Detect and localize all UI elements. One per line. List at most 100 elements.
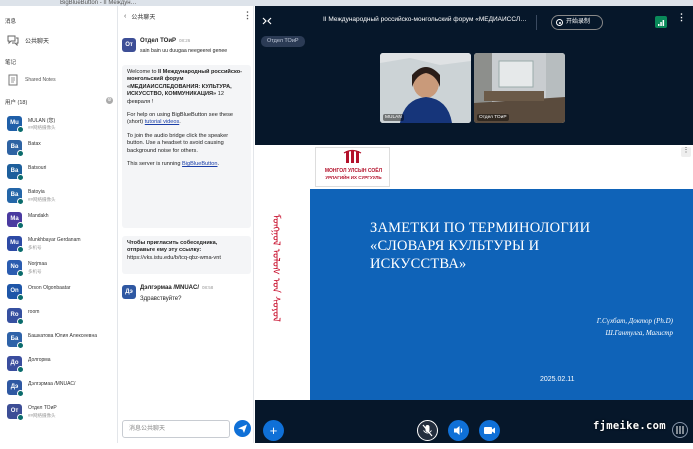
notes-section-title: 笔记: [5, 60, 17, 66]
chat-title[interactable]: 公共聊天: [131, 12, 155, 21]
webcam-name: Отдел ТОиР: [477, 114, 509, 121]
user-list-item[interactable]: Ba Batsouri: [0, 160, 117, 184]
slide-title-line-3: ИСКУССТВА»: [370, 256, 467, 272]
message-time: 08:26: [179, 38, 191, 43]
avatar: От: [122, 38, 136, 52]
camera-button[interactable]: [479, 420, 500, 441]
user-status-icon: [17, 342, 24, 349]
presentation-slide[interactable]: ᠮᠣᠩᠭᠣᠯ ᠤᠯᠤᠰ ᠤᠨ ᠰᠣᠶᠣᠯ МОНГОЛ УЛСЫН СОЁЛ У…: [255, 145, 693, 400]
mute-microphone-button[interactable]: [417, 420, 438, 441]
user-list-item[interactable]: Дэ Дэлгэрмаа /MNUAC/: [0, 376, 117, 400]
user-name: Batoyia: [28, 189, 45, 195]
slide-author-1: Г.Сүхбат, Доктор (Ph.D): [596, 317, 673, 325]
user-name: Batax: [28, 141, 41, 147]
fullscreen-icon: [676, 426, 684, 434]
user-list-sidebar: 消息 公共聊天 笔记 Shared Notes 用户 (18) ⚙ Mu MULA…: [0, 6, 118, 443]
webcam-tile[interactable]: Отдел ТОиР: [474, 53, 565, 123]
user-status-icon: [17, 318, 24, 325]
fullscreen-button[interactable]: [672, 422, 688, 438]
user-list-item[interactable]: On Orson Olgonbaatar: [0, 280, 117, 304]
user-subtitle: ##网络摄像头: [28, 125, 56, 130]
slide-title: ЗАМЕТКИ ПО ТЕРМИНОЛОГИИ «СЛОВАРЯ КУЛЬТУР…: [370, 219, 670, 273]
webcam-tile[interactable]: MULAN: [380, 53, 471, 123]
messages-section-title: 消息: [5, 19, 17, 25]
user-list-item[interactable]: Ro room: [0, 304, 117, 328]
user-list-item[interactable]: Ba Batoyia ##网络摄像头: [0, 184, 117, 208]
user-status-icon: [17, 174, 24, 181]
presentation-options-icon[interactable]: ⋮: [681, 147, 691, 157]
user-list-item[interactable]: No Norjmaa 多机号: [0, 256, 117, 280]
user-name: MULAN (您): [28, 118, 56, 124]
invite-title: Чтобы пригласить собеседника, отправьте …: [127, 240, 218, 254]
slide-title-line-1: ЗАМЕТКИ ПО ТЕРМИНОЛОГИИ: [370, 220, 591, 236]
invite-link-text[interactable]: https://vks.istu.edu/b/tcq-qbz-wma-vnt: [127, 255, 246, 262]
user-list-item[interactable]: До Долгорма: [0, 352, 117, 376]
presenter-tag: Отдел ТОиР: [261, 36, 305, 47]
welcome-message: Welcome to II Международный российско-мо…: [122, 65, 251, 228]
user-list-item[interactable]: Mu Munkhbayar Gerdanam 多机号: [0, 232, 117, 256]
user-status-icon: [17, 270, 24, 277]
record-label: 开始录制: [566, 19, 591, 25]
users-settings-gear-icon[interactable]: ⚙: [106, 97, 113, 104]
user-status-icon: [17, 390, 24, 397]
webcam-name: MULAN: [383, 114, 404, 121]
public-chat-label: 公共聊天: [25, 38, 50, 45]
logo-line-2: УРЛАГИЙН ИХ СУРГУУЛЬ: [325, 175, 382, 180]
user-status-icon: [17, 246, 24, 253]
user-status-icon: [17, 294, 24, 301]
message-text: Здравствуйте?: [140, 296, 182, 302]
message-author: Дэлгэрмаа /MNUAC/08:58: [140, 285, 213, 291]
slide-date: 2025.02.11: [540, 376, 575, 383]
sidebar-item-shared-notes[interactable]: Shared Notes: [0, 72, 117, 88]
message-text: sain bain uu duugaa neegeerei genee: [140, 48, 228, 54]
user-name: Дэлгэрмаа /MNUAC/: [28, 381, 76, 387]
tutorial-videos-link[interactable]: tutorial videos: [145, 119, 180, 125]
audio-button[interactable]: [448, 420, 469, 441]
chat-options-icon[interactable]: ⋮: [243, 10, 252, 21]
connection-status-icon[interactable]: [655, 16, 667, 28]
user-subtitle: 多机号: [28, 245, 42, 250]
avatar: Дэ: [122, 285, 136, 299]
actions-plus-button[interactable]: +: [263, 420, 284, 441]
notes-icon: [7, 74, 19, 86]
user-status-icon: [17, 414, 24, 421]
user-status-icon: [17, 198, 24, 205]
chat-message-input[interactable]: 消息公共聊天: [122, 420, 230, 438]
send-icon: [238, 424, 247, 433]
user-name: Batsouri: [28, 165, 47, 171]
send-message-button[interactable]: [234, 420, 251, 437]
start-recording-button[interactable]: 开始录制: [551, 15, 603, 30]
logo-line-1: МОНГОЛ УЛСЫН СОЁЛ: [324, 168, 383, 174]
chevron-left-icon[interactable]: ‹: [124, 13, 126, 20]
help-prefix: For help on using BigBlueButton see thes…: [127, 112, 234, 126]
sidebar-item-public-chat[interactable]: 公共聊天: [0, 32, 117, 48]
university-logo: МОНГОЛ УЛСЫН СОЁЛ УРЛАГИЙН ИХ СУРГУУЛЬ: [315, 147, 390, 187]
user-subtitle: 多机号: [28, 269, 42, 274]
user-list-item[interactable]: Ba Batax: [0, 136, 117, 160]
meeting-options-icon[interactable]: ⋮: [677, 12, 686, 23]
user-status-icon: [17, 366, 24, 373]
message-author-name: Дэлгэрмаа /MNUAC/: [140, 285, 200, 291]
webcam-video-icon: [380, 53, 471, 123]
mongolian-script-text: ᠮᠣᠩᠭᠣᠯ ᠤᠯᠤᠰ ᠤᠨ ᠰᠣᠶᠣᠯ: [270, 214, 281, 322]
user-list-item[interactable]: Mu MULAN (您) ##网络摄像头: [0, 112, 117, 136]
main-meeting-area: II Международный российско-монгольский ф…: [255, 6, 693, 443]
bigbluebutton-link[interactable]: BigBlueButton: [182, 161, 217, 167]
chat-bubbles-icon: [7, 34, 19, 47]
slide-content-area: ЗАМЕТКИ ПО ТЕРМИНОЛОГИИ «СЛОВАРЯ КУЛЬТУР…: [310, 189, 693, 400]
message-time: 08:58: [202, 285, 214, 290]
record-icon: [556, 19, 563, 26]
toggle-panels-icon[interactable]: [261, 15, 273, 27]
slide-author-2: Ш.Гантулга, Магистр: [605, 329, 673, 337]
user-name: Долгорма: [28, 357, 51, 363]
divider: [536, 15, 537, 30]
university-emblem-icon: [343, 149, 362, 163]
user-list-item[interactable]: Ma Mandakh: [0, 208, 117, 232]
user-list-item[interactable]: Ба Башкатова Юлия Алексеевна: [0, 328, 117, 352]
user-status-icon: [17, 150, 24, 157]
audio-help-text: To join the audio bridge click the speak…: [127, 132, 229, 154]
video-camera-icon: [484, 427, 495, 434]
user-list-item[interactable]: От Отдел ТОиР ##网络摄像头: [0, 400, 117, 424]
watermark-text: fjmeike.com: [593, 420, 666, 432]
invite-message: Чтобы пригласить собеседника, отправьте …: [122, 236, 251, 274]
